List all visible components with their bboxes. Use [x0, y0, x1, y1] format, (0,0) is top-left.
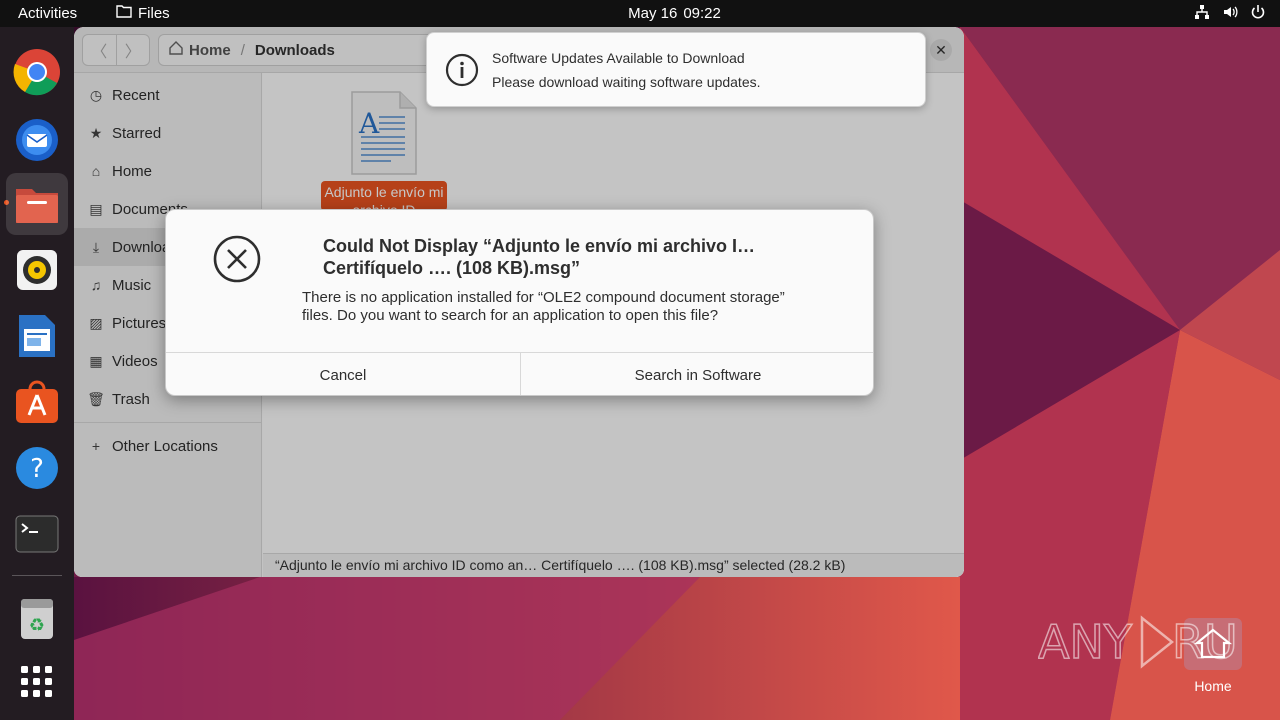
svg-text:RUN: RUN [1172, 615, 1238, 669]
notification-banner[interactable]: Software Updates Available to Download P… [426, 32, 926, 107]
chrome-icon[interactable] [12, 47, 62, 97]
top-bar: Activities Files May 16 09:22 [0, 0, 1280, 27]
files-icon[interactable] [6, 173, 68, 235]
libreoffice-writer-icon[interactable] [12, 311, 62, 361]
network-icon [1194, 4, 1210, 20]
svg-text:♻: ♻ [29, 615, 45, 636]
system-tray[interactable] [1194, 4, 1266, 20]
help-icon[interactable]: ? [12, 443, 62, 493]
app-center-icon[interactable] [12, 377, 62, 427]
search-in-software-button[interactable]: Search in Software [521, 353, 873, 395]
dialog-message: There is no application installed for “O… [302, 289, 862, 325]
trash-icon[interactable]: ♻ [12, 593, 62, 643]
dialog-message-line: There is no application installed for “O… [302, 289, 785, 306]
cancel-button[interactable]: Cancel [166, 353, 521, 395]
error-circle-icon [212, 234, 262, 288]
notification-title: Software Updates Available to Download [492, 50, 745, 66]
error-dialog: Could Not Display “Adjunto le envío mi a… [165, 209, 874, 396]
dock: ? ♻ [0, 27, 74, 720]
anyrun-watermark: ANY RUN [1037, 612, 1273, 672]
info-icon [445, 53, 479, 91]
clock[interactable]: May 16 09:22 [0, 5, 1280, 22]
dialog-title-line: Could Not Display “Adjunto le envío mi a… [323, 236, 756, 256]
thunderbird-icon[interactable] [12, 113, 62, 163]
power-icon [1250, 4, 1266, 20]
notification-body: Please download waiting software updates… [492, 74, 761, 90]
dialog-buttons: Cancel Search in Software [166, 352, 873, 395]
rhythmbox-icon[interactable] [12, 245, 62, 295]
dialog-title-line: Certifíquelo …. (108 KB).msg” [323, 258, 581, 278]
desktop-home-label: Home [1194, 678, 1232, 694]
dock-separator [12, 575, 62, 576]
volume-icon [1222, 4, 1238, 20]
dialog-message-line: files. Do you want to search for an appl… [302, 307, 719, 324]
clock-time: 09:22 [683, 5, 721, 22]
dialog-title: Could Not Display “Adjunto le envío mi a… [323, 235, 843, 279]
svg-text:ANY: ANY [1038, 615, 1133, 669]
clock-date: May 16 [628, 5, 678, 22]
svg-text:?: ? [30, 454, 44, 484]
terminal-icon[interactable] [12, 509, 62, 559]
show-apps-icon[interactable] [12, 657, 62, 707]
